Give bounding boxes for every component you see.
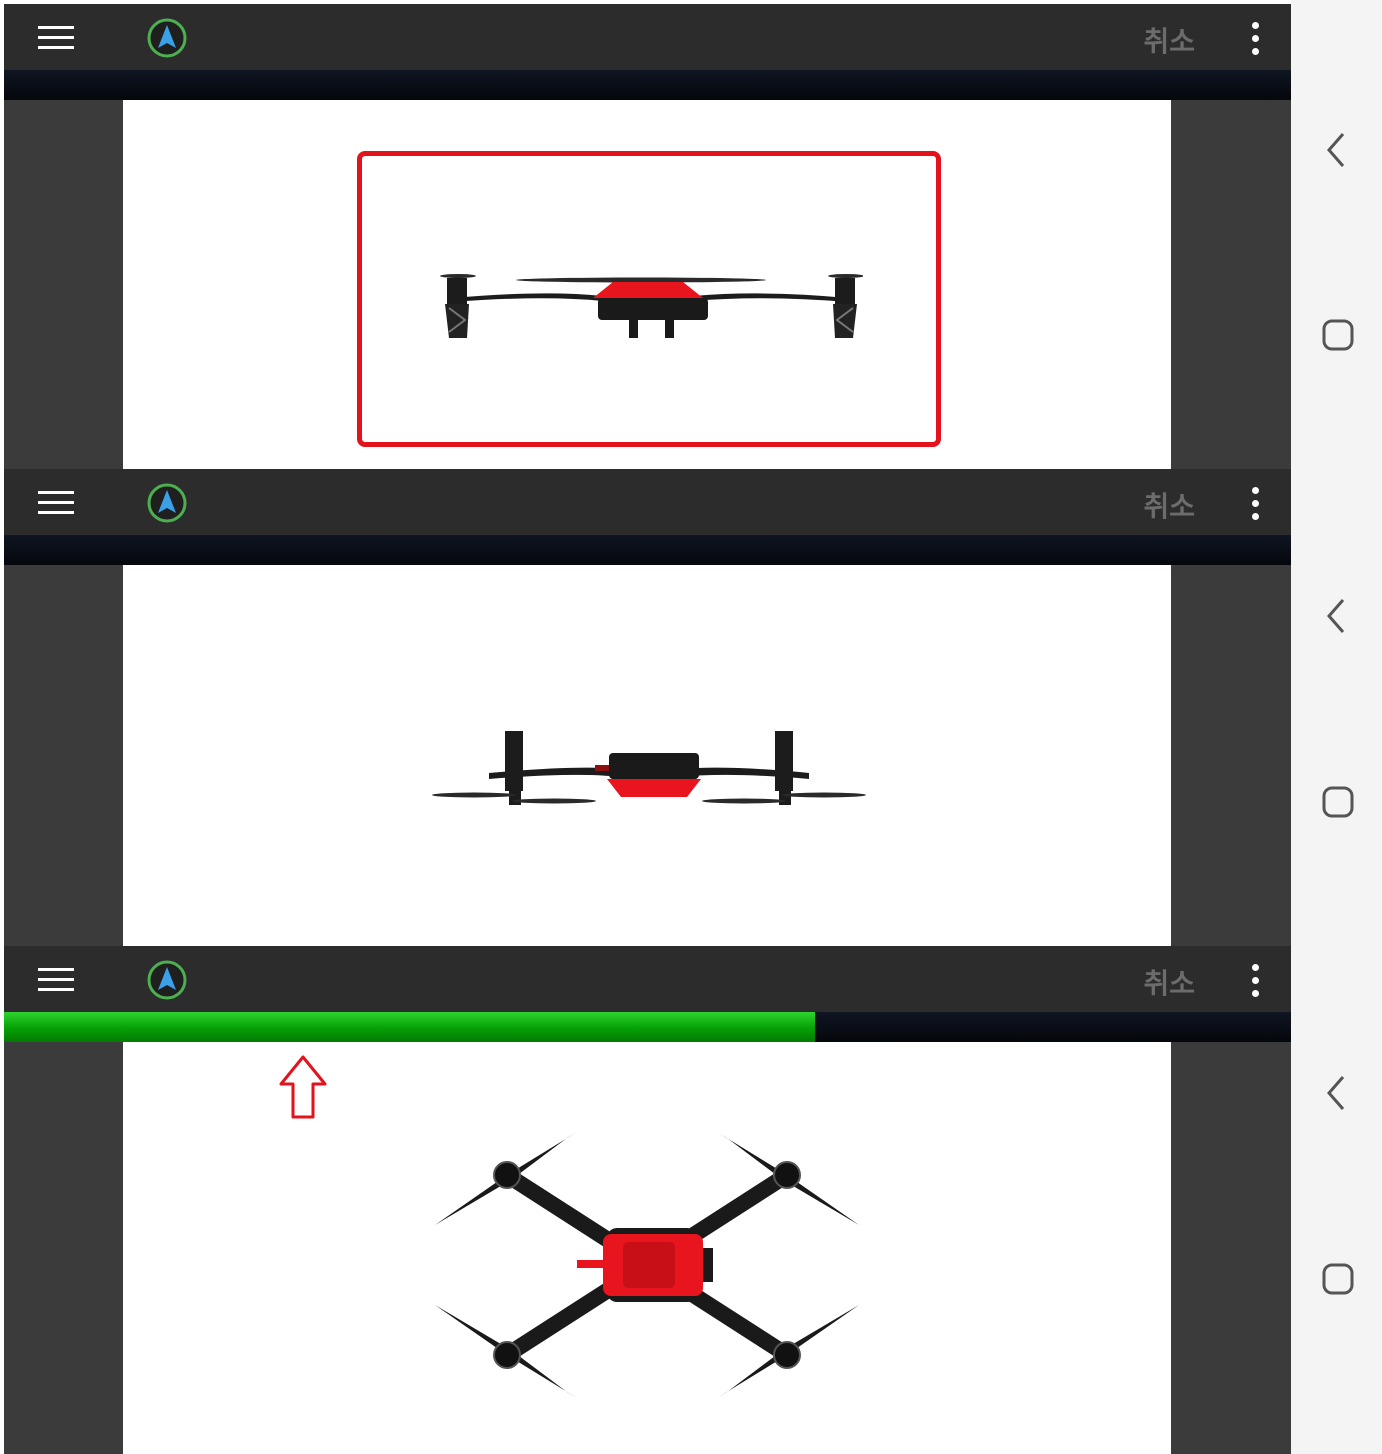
drone-underside-view-image [432, 731, 866, 805]
more-options-icon[interactable] [1249, 964, 1261, 998]
app-panel-3: 취소 [4, 946, 1291, 1454]
progress-track [4, 70, 1291, 100]
progress-track [4, 535, 1291, 565]
more-options-icon[interactable] [1249, 22, 1261, 56]
cancel-button[interactable]: 취소 [1143, 485, 1195, 525]
back-chevron-icon[interactable] [1321, 596, 1351, 636]
preview-area [123, 1042, 1171, 1454]
back-chevron-icon[interactable] [1321, 130, 1351, 170]
app-toolbar: 취소 [4, 946, 1291, 1012]
navigation-compass-icon [147, 18, 187, 58]
more-options-icon[interactable] [1249, 487, 1261, 521]
preview-area [123, 100, 1171, 469]
system-navigation-bar [1291, 0, 1382, 1454]
preview-area [123, 565, 1171, 946]
progress-bar-fill [4, 1012, 815, 1042]
red-up-arrow-icon [279, 1055, 327, 1119]
hamburger-menu-icon[interactable] [38, 26, 74, 50]
back-chevron-icon[interactable] [1321, 1073, 1351, 1113]
app-toolbar: 취소 [4, 4, 1291, 70]
progress-track [4, 1012, 1291, 1042]
navigation-compass-icon [147, 483, 187, 523]
app-panel-1: 취소 [4, 4, 1291, 469]
app-panel-2: 취소 [4, 469, 1291, 946]
hamburger-menu-icon[interactable] [38, 491, 74, 515]
cancel-button[interactable]: 취소 [1143, 962, 1195, 1002]
app-toolbar: 취소 [4, 469, 1291, 535]
home-square-icon[interactable] [1321, 785, 1355, 819]
home-square-icon[interactable] [1321, 318, 1355, 352]
drone-top-view-image [435, 1132, 859, 1398]
home-square-icon[interactable] [1321, 1262, 1355, 1296]
navigation-compass-icon [147, 960, 187, 1000]
hamburger-menu-icon[interactable] [38, 968, 74, 992]
cancel-button[interactable]: 취소 [1143, 20, 1195, 60]
drone-front-view-image [440, 274, 863, 338]
